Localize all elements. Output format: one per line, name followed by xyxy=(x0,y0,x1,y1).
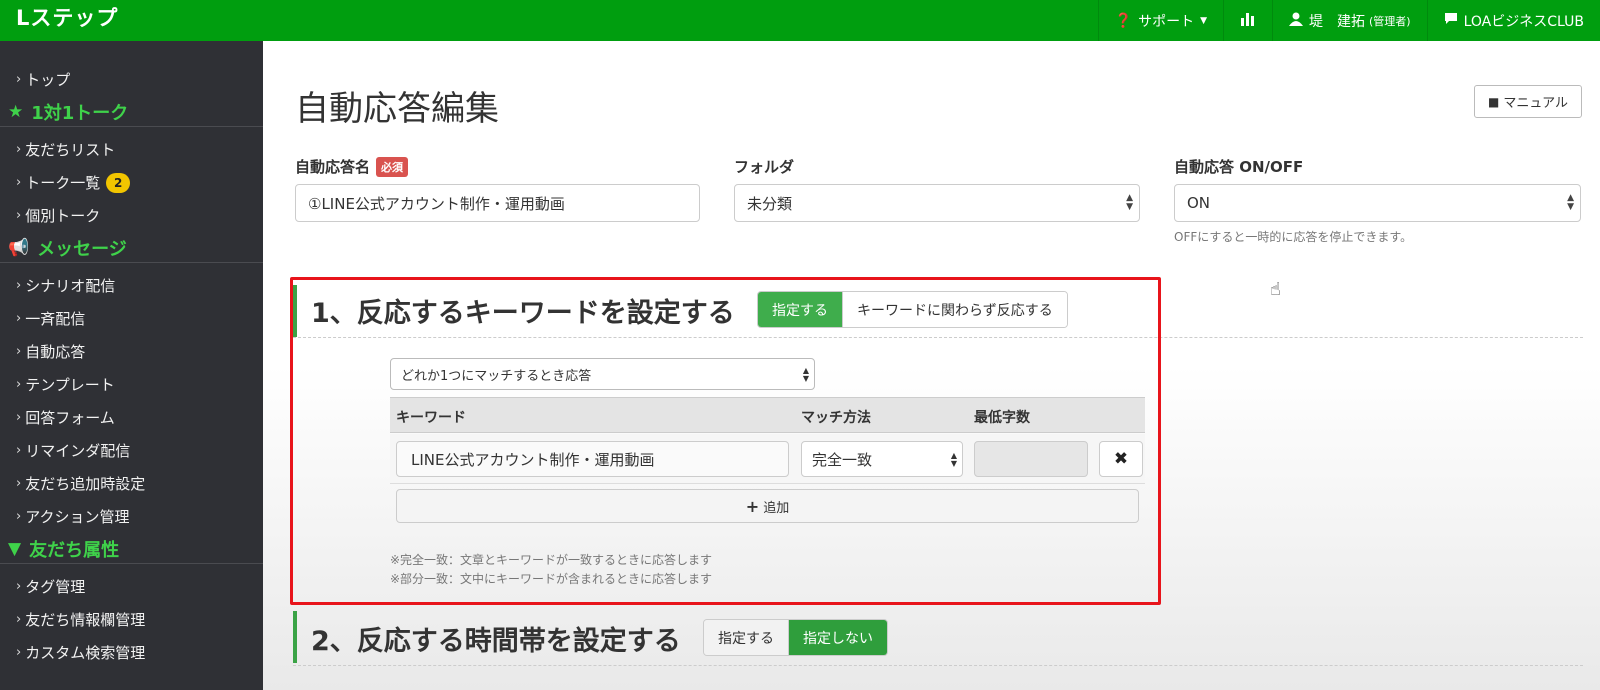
sidebar-item-broadcast[interactable]: › 一斉配信 xyxy=(16,308,85,329)
sidebar-item-scenario[interactable]: › シナリオ配信 xyxy=(16,275,115,296)
chevron-right-icon: › xyxy=(16,509,22,524)
chevron-right-icon: › xyxy=(16,278,22,293)
chevron-right-icon: › xyxy=(16,579,22,594)
book-icon: ■ xyxy=(1488,94,1500,109)
question-circle-icon: ❓ xyxy=(1114,12,1133,29)
megaphone-icon: 📢 xyxy=(8,237,30,258)
time-set-option[interactable]: 指定する xyxy=(704,620,788,655)
sidebar: › トップ ★ 1対1トーク › 友だちリスト › トーク一覧 2 › 個別トーク 📢 メッセ… xyxy=(0,41,263,690)
filter-icon: ▼ xyxy=(8,538,22,559)
section2-accent xyxy=(293,611,297,663)
chevron-right-icon: › xyxy=(16,175,22,190)
user-name: 堤 建拓 xyxy=(1309,13,1366,30)
user-role: (管理者) xyxy=(1369,14,1411,28)
chevron-right-icon: › xyxy=(16,645,22,660)
sidebar-item-tags[interactable]: › タグ管理 xyxy=(16,576,85,597)
onoff-hint: OFFにすると一時的に応答を停止できます。 xyxy=(1174,230,1413,244)
select-arrows-icon: ▲ ▼ xyxy=(1126,193,1133,212)
unread-badge: 2 xyxy=(106,172,131,193)
sidebar-item-reminder[interactable]: › リマインダ配信 xyxy=(16,440,130,461)
page-title: 自動応答編集 xyxy=(295,89,499,129)
bar-chart-icon xyxy=(1240,12,1256,30)
sidebar-item-action[interactable]: › アクション管理 xyxy=(16,506,129,527)
club-link[interactable]: LOAビジネスCLUB xyxy=(1426,0,1600,41)
onoff-label: 自動応答 ON/OFF xyxy=(1174,158,1304,176)
section2-divider xyxy=(293,665,1583,666)
chevron-right-icon: › xyxy=(16,72,22,87)
sidebar-item-individual-talk[interactable]: › 個別トーク xyxy=(16,205,100,226)
chevron-right-icon: › xyxy=(16,612,22,627)
select-arrows-icon: ▲ ▼ xyxy=(1567,193,1574,212)
sidebar-item-auto-reply[interactable]: › 自動応答 xyxy=(16,341,85,362)
onoff-select[interactable]: ON ▲ ▼ xyxy=(1174,184,1581,222)
folder-select[interactable]: 未分類 ▲ ▼ xyxy=(734,184,1140,222)
sidebar-header-attributes: ▼ 友だち属性 xyxy=(0,534,263,564)
name-input[interactable]: ①LINE公式アカウント制作・運用動画 xyxy=(295,184,700,222)
chevron-right-icon: › xyxy=(16,142,22,157)
chevron-right-icon: › xyxy=(16,208,22,223)
hand-cursor-icon: ☝ xyxy=(1270,279,1281,300)
top-nav: ❓ サポート ▼ 堤 建拓 (管理者) LOAビジネスCLUB xyxy=(1097,0,1600,41)
chevron-right-icon: › xyxy=(16,311,22,326)
manual-button[interactable]: ■ マニュアル xyxy=(1474,85,1582,118)
club-label: LOAビジネスCLUB xyxy=(1463,13,1584,30)
user-menu[interactable]: 堤 建拓 (管理者) xyxy=(1272,0,1427,41)
star-icon: ★ xyxy=(8,101,24,122)
support-label: サポート xyxy=(1138,13,1195,30)
name-label: 自動応答名 必須 xyxy=(295,156,409,177)
sidebar-item-top[interactable]: › トップ xyxy=(16,69,70,90)
section2-title: 2、反応する時間帯を設定する xyxy=(311,626,681,657)
sidebar-item-custom-search[interactable]: › カスタム検索管理 xyxy=(16,642,145,663)
folder-label: フォルダ xyxy=(734,158,795,176)
sidebar-item-form[interactable]: › 回答フォーム xyxy=(16,407,115,428)
app-logo[interactable]: Lステップ xyxy=(16,2,118,32)
required-badge: 必須 xyxy=(376,156,409,177)
stats-button[interactable] xyxy=(1223,0,1272,41)
sidebar-item-talk-list[interactable]: › トーク一覧 2 xyxy=(16,172,131,193)
sidebar-header-message: 📢 メッセージ xyxy=(0,233,263,263)
sidebar-header-talk: ★ 1対1トーク xyxy=(0,97,263,127)
top-bar: Lステップ ❓ サポート ▼ 堤 建拓 (管理者) LOAビジネスCLUB xyxy=(0,0,1600,41)
sidebar-item-friend-add-settings[interactable]: › 友だち追加時設定 xyxy=(16,473,145,494)
user-icon xyxy=(1289,12,1304,30)
chevron-right-icon: › xyxy=(16,344,22,359)
chat-icon xyxy=(1444,12,1458,29)
sidebar-item-friend-list[interactable]: › 友だちリスト xyxy=(16,139,115,160)
time-none-option[interactable]: 指定しない xyxy=(788,620,887,655)
support-menu[interactable]: ❓ サポート ▼ xyxy=(1097,0,1223,41)
section2-toggle: 指定する 指定しない xyxy=(703,619,888,656)
chevron-right-icon: › xyxy=(16,377,22,392)
chevron-right-icon: › xyxy=(16,443,22,458)
chevron-right-icon: › xyxy=(16,410,22,425)
sidebar-item-friend-info[interactable]: › 友だち情報欄管理 xyxy=(16,609,145,630)
sidebar-item-template[interactable]: › テンプレート xyxy=(16,374,115,395)
highlight-box xyxy=(290,277,1161,605)
chevron-right-icon: › xyxy=(16,476,22,491)
caret-down-icon: ▼ xyxy=(1200,15,1208,26)
